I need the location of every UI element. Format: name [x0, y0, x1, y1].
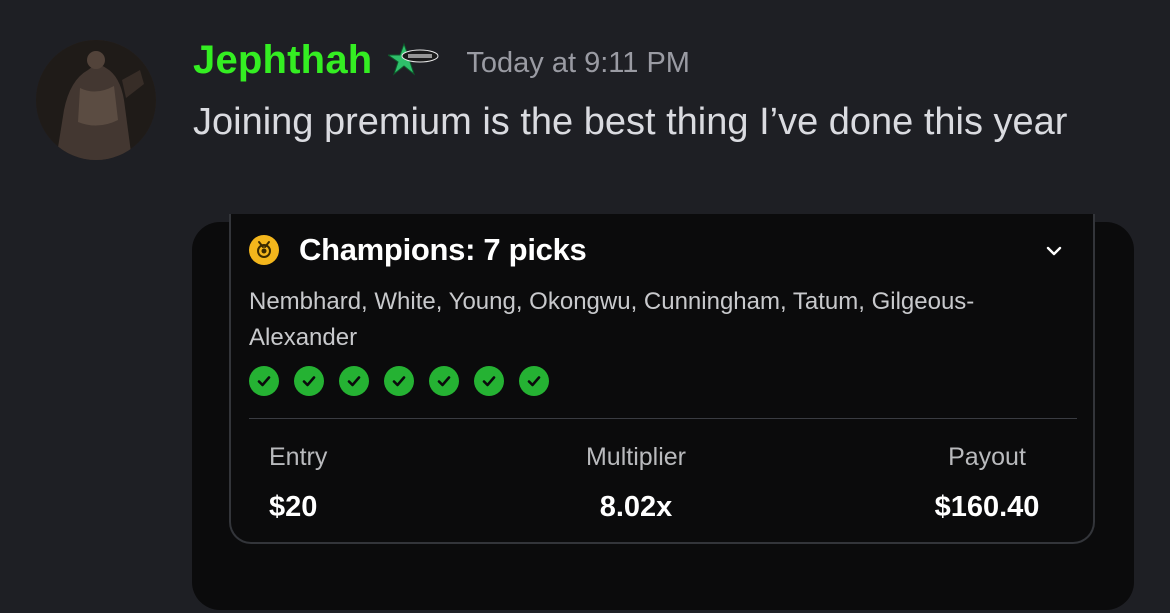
avatar-image	[36, 40, 156, 160]
payout-stat: Payout $160.40	[907, 442, 1067, 524]
divider	[249, 418, 1077, 419]
pick-card: Champions: 7 picks Nembhard, White, Youn…	[229, 214, 1095, 544]
payout-value: $160.40	[934, 491, 1040, 523]
green-checkmark-icon	[474, 366, 504, 396]
player-list: Nembhard, White, Young, Okongwu, Cunning…	[249, 288, 975, 351]
gold-medal-icon	[249, 235, 279, 265]
card-title: Champions: 7 picks	[299, 232, 587, 267]
message-header: Jephthah Today at 9:11 PM	[193, 34, 690, 86]
avatar[interactable]	[36, 40, 156, 160]
green-checkmark-icon	[294, 366, 324, 396]
chevron-down-icon[interactable]	[1043, 240, 1065, 262]
multiplier-stat: Multiplier 8.02x	[561, 442, 711, 524]
green-checkmark-icon	[249, 366, 279, 396]
multiplier-label: Multiplier	[585, 443, 687, 471]
green-checkmark-icon	[339, 366, 369, 396]
green-checkmark-icon	[519, 366, 549, 396]
username[interactable]: Jephthah	[193, 38, 372, 83]
chat-message: Jephthah Today at 9:11 PM Joining premiu…	[0, 0, 1170, 613]
timestamp: Today at 9:11 PM	[466, 46, 690, 79]
entry-value: $20	[269, 491, 318, 523]
pick-results	[249, 366, 564, 396]
card-header: Champions: 7 picks	[249, 230, 1075, 270]
entry-label: Entry	[269, 443, 328, 471]
star-badge-icon[interactable]	[388, 42, 440, 78]
multiplier-value: 8.02x	[599, 491, 673, 523]
green-checkmark-icon	[384, 366, 414, 396]
entry-stat: Entry $20	[269, 442, 359, 524]
payout-label: Payout	[948, 443, 1026, 471]
green-checkmark-icon	[429, 366, 459, 396]
message-text: Joining premium is the best thing I’ve d…	[193, 101, 1068, 143]
